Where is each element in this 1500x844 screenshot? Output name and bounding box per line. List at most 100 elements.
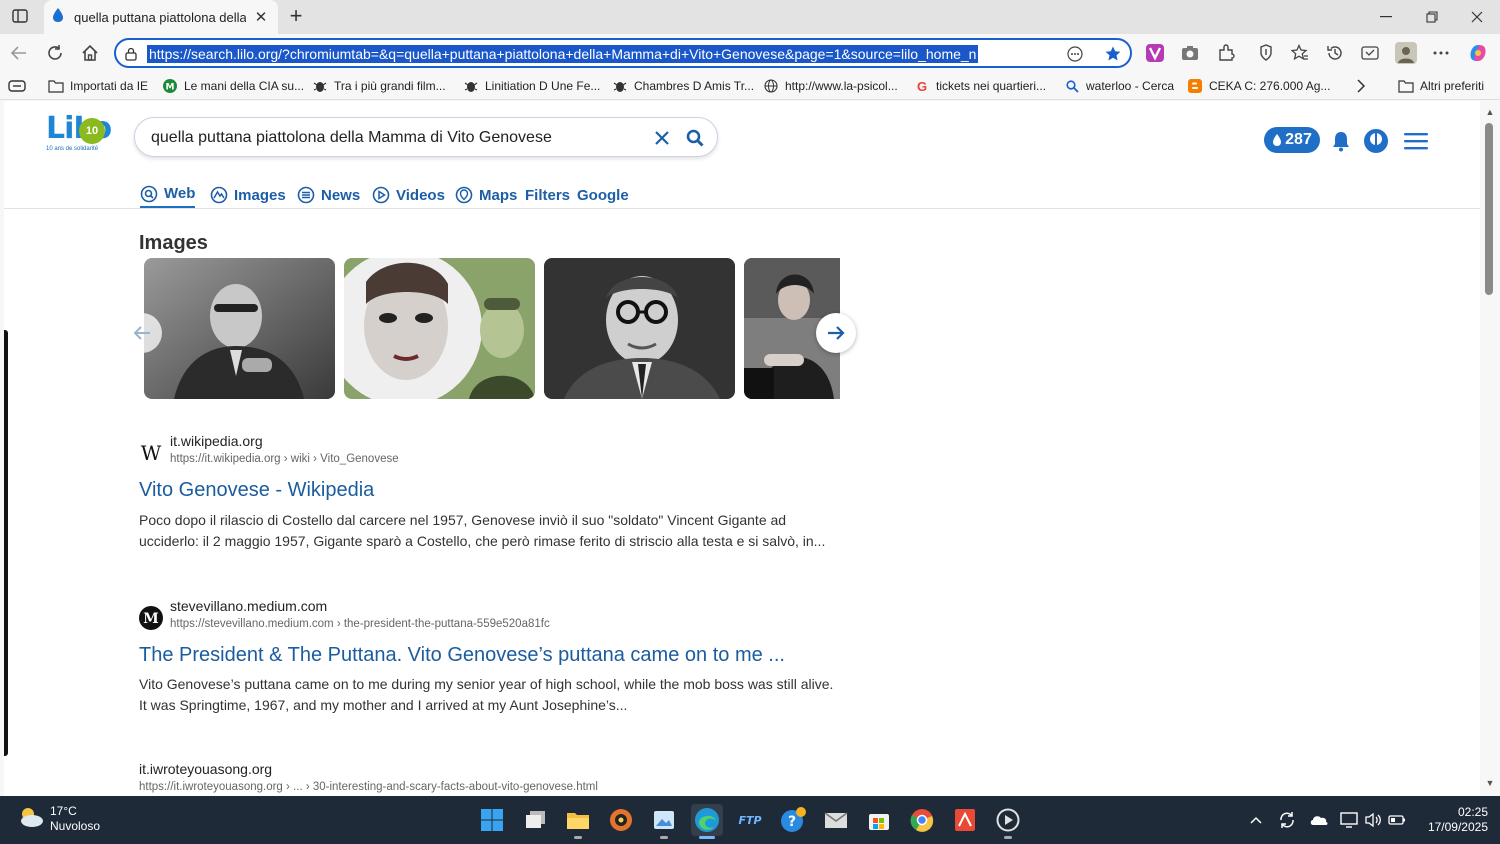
- scrollbar-thumb[interactable]: [1485, 123, 1493, 295]
- bug-icon: [463, 78, 479, 94]
- bookmark-linitiation[interactable]: Linitiation D Une Fe...: [463, 76, 600, 96]
- result-title-link[interactable]: Vito Genovese - Wikipedia: [139, 479, 374, 502]
- drops-counter[interactable]: 287: [1264, 127, 1320, 153]
- favorites-icon[interactable]: [1288, 41, 1312, 65]
- bookmark-waterloo[interactable]: waterloo - Cerca: [1064, 76, 1174, 96]
- edge-browser-icon[interactable]: [691, 804, 723, 839]
- hamburger-menu-icon[interactable]: [1402, 127, 1430, 155]
- onedrive-cloud-icon[interactable]: [1308, 808, 1330, 832]
- svg-text:FTP: FTP: [738, 814, 761, 827]
- home-icon[interactable]: [75, 39, 105, 67]
- page-scrollbar[interactable]: ▲ ▼: [1480, 101, 1500, 796]
- blogger-icon: [1187, 78, 1203, 94]
- scroll-down-arrow-icon[interactable]: ▼: [1484, 778, 1496, 788]
- file-explorer-icon[interactable]: [562, 804, 594, 839]
- mail-app-icon[interactable]: [820, 804, 852, 836]
- minimize-icon[interactable]: [1364, 4, 1408, 30]
- bug-icon: [312, 78, 328, 94]
- image-thumbnail[interactable]: [144, 258, 335, 399]
- sync-icon[interactable]: [1276, 808, 1298, 832]
- workspaces-icon[interactable]: [1358, 41, 1382, 65]
- result-path[interactable]: https://it.iwroteyouasong.org › ... › 30…: [139, 781, 598, 793]
- battery-icon[interactable]: [1386, 808, 1408, 832]
- help-app-icon[interactable]: ?: [777, 804, 809, 836]
- pdf-app-icon[interactable]: [949, 804, 981, 836]
- tab-google[interactable]: Google: [577, 181, 629, 209]
- lilo-logo[interactable]: LiLo 10 10 ans de solidarité: [44, 111, 112, 157]
- image-carousel: [144, 258, 840, 400]
- carousel-prev-arrow-icon[interactable]: [122, 313, 162, 353]
- bookmark-film[interactable]: Tra i più grandi film...: [312, 76, 446, 96]
- history-icon[interactable]: [1323, 41, 1347, 65]
- media-app-icon[interactable]: [605, 804, 637, 836]
- bookmark-ceka[interactable]: CEKA C: 276.000 Ag...: [1187, 76, 1330, 96]
- back-arrow-icon[interactable]: [4, 39, 34, 67]
- tab-actions-icon[interactable]: [8, 5, 32, 27]
- result-title-link[interactable]: The President & The Puttana. Vito Genove…: [139, 644, 785, 667]
- media-player-icon[interactable]: [992, 804, 1024, 839]
- tab-videos[interactable]: Videos: [372, 181, 445, 209]
- system-clock[interactable]: 02:25 17/09/2025: [1414, 805, 1488, 835]
- url-text[interactable]: https://search.lilo.org/?chromiumtab=&q=…: [147, 45, 979, 63]
- tray-chevron-up-icon[interactable]: [1245, 808, 1267, 832]
- bookmark-cia[interactable]: M Le mani della CIA su...: [162, 76, 304, 96]
- browser-essentials-icon[interactable]: [1254, 41, 1278, 65]
- volume-icon[interactable]: [1362, 808, 1384, 832]
- image-mountain-icon: [210, 186, 228, 204]
- bookmark-label: CEKA C: 276.000 Ag...: [1209, 79, 1331, 93]
- settings-more-icon[interactable]: [1429, 41, 1453, 65]
- tab-images[interactable]: Images: [210, 181, 286, 209]
- other-bookmarks[interactable]: Altri preferiti: [1398, 76, 1484, 96]
- task-view-icon[interactable]: [520, 804, 552, 836]
- result-path[interactable]: https://it.wikipedia.org › wiki › Vito_G…: [170, 453, 399, 465]
- tab-filters[interactable]: Filters: [525, 181, 570, 209]
- close-window-icon[interactable]: [1455, 4, 1499, 30]
- clear-search-icon[interactable]: [651, 127, 673, 149]
- image-thumbnail[interactable]: [344, 258, 535, 399]
- reading-list-icon[interactable]: [8, 76, 26, 96]
- network-icon[interactable]: [1338, 808, 1360, 832]
- reading-view-icon[interactable]: [1064, 44, 1086, 64]
- profile-avatar-icon[interactable]: [1394, 41, 1418, 65]
- bookmark-tickets[interactable]: G tickets nei quartieri...: [914, 76, 1046, 96]
- vivaldi-extension-icon[interactable]: [1143, 41, 1167, 65]
- search-icon[interactable]: [683, 126, 707, 150]
- bookmark-psicol[interactable]: http://www.la-psicol...: [763, 76, 898, 96]
- address-bar[interactable]: https://search.lilo.org/?chromiumtab=&q=…: [114, 38, 1132, 68]
- chrome-app-icon[interactable]: [906, 804, 938, 836]
- account-avatar-icon[interactable]: [1362, 127, 1390, 155]
- photos-app-icon[interactable]: [648, 804, 680, 839]
- close-tab-icon[interactable]: ✕: [252, 8, 270, 26]
- result-domain: it.iwroteyouasong.org: [139, 761, 273, 777]
- result-path[interactable]: https://stevevillano.medium.com › the-pr…: [170, 618, 550, 630]
- search-input[interactable]: quella puttana piattolona della Mamma di…: [151, 129, 552, 147]
- screenshot-icon[interactable]: [1178, 41, 1202, 65]
- ftp-app-icon[interactable]: FTP: [734, 804, 766, 836]
- tab-maps[interactable]: Maps: [455, 181, 517, 209]
- m-icon: M: [162, 78, 178, 94]
- site-info-icon[interactable]: [120, 44, 142, 64]
- logo-badge: 10: [79, 118, 105, 144]
- tab-web[interactable]: Web: [140, 181, 196, 209]
- restore-icon[interactable]: [1410, 4, 1454, 30]
- bookmark-chambres[interactable]: Chambres D Amis Tr...: [612, 76, 754, 96]
- extensions-icon[interactable]: [1214, 41, 1238, 65]
- tab-strip: quella puttana piattolona della M ✕ +: [0, 0, 1500, 34]
- browser-tab[interactable]: quella puttana piattolona della M ✕: [44, 0, 278, 34]
- tab-news[interactable]: News: [297, 181, 360, 209]
- weather-widget[interactable]: 17°C Nuvoloso: [16, 804, 100, 834]
- carousel-next-arrow-icon[interactable]: [816, 313, 856, 353]
- favorite-star-icon[interactable]: [1102, 44, 1124, 64]
- bookmarks-overflow-chevron-icon[interactable]: [1356, 76, 1366, 96]
- image-thumbnail[interactable]: [544, 258, 735, 399]
- reload-icon[interactable]: [40, 39, 70, 67]
- scroll-up-arrow-icon[interactable]: ▲: [1484, 107, 1496, 117]
- bookmark-importati[interactable]: Importati da IE: [48, 76, 148, 96]
- copilot-icon[interactable]: [1466, 41, 1490, 65]
- bookmark-label: Chambres D Amis Tr...: [634, 79, 755, 93]
- tab-label: Google: [577, 186, 629, 204]
- notifications-bell-icon[interactable]: [1327, 127, 1355, 155]
- new-tab-icon[interactable]: +: [284, 3, 308, 28]
- start-windows-icon[interactable]: [476, 804, 508, 836]
- store-app-icon[interactable]: [863, 804, 895, 836]
